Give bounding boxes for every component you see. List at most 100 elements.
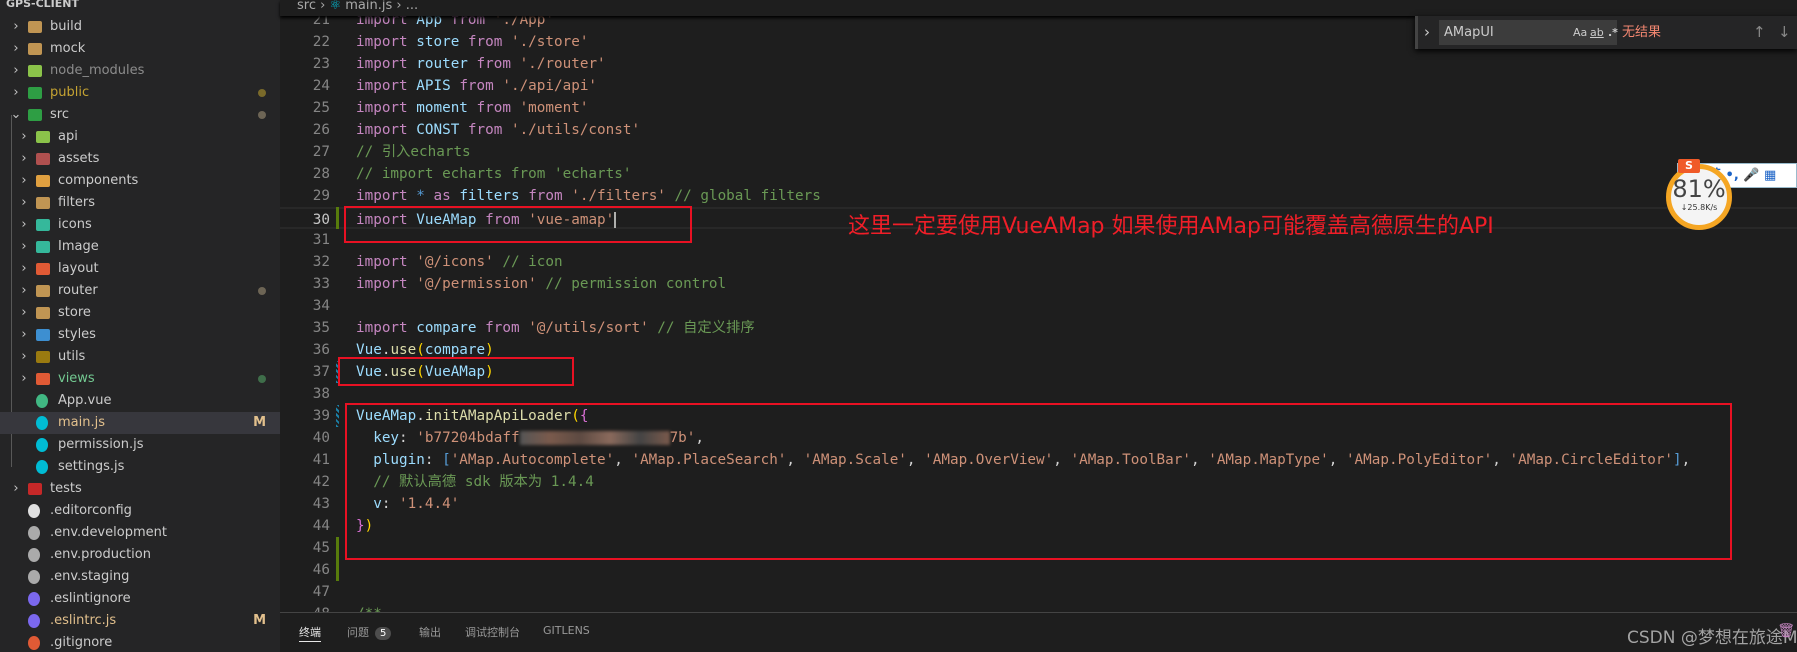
breadcrumb-symbols[interactable]: ... [406, 0, 418, 13]
chevron-right-icon[interactable]: › [10, 478, 22, 500]
tree-item-store[interactable]: › store [0, 302, 280, 324]
chevron-right-icon[interactable]: › [10, 60, 22, 82]
git-added-marker[interactable] [336, 537, 339, 581]
tree-item--eslintignore[interactable]: .eslintignore [0, 588, 280, 610]
tree-item--env-production[interactable]: .env.production [0, 544, 280, 566]
chevron-right-icon[interactable]: › [10, 38, 22, 60]
tree-item--env-development[interactable]: .env.development [0, 522, 280, 544]
tree-item-styles[interactable]: › styles [0, 324, 280, 346]
tree-item-permission-js[interactable]: permission.js [0, 434, 280, 456]
tree-item-components[interactable]: › components [0, 170, 280, 192]
code-line[interactable]: 27 // 引入echarts [280, 141, 1797, 163]
code-token: './api/api' [502, 78, 598, 94]
line-number: 26 [312, 122, 330, 138]
code-line[interactable]: 26 import CONST from './utils/const' [280, 119, 1797, 141]
chevron-right-icon[interactable]: › [18, 324, 30, 346]
tree-item-assets[interactable]: › assets [0, 148, 280, 170]
tree-item--env-staging[interactable]: .env.staging [0, 566, 280, 588]
line-number: 27 [312, 144, 330, 160]
tab-terminal[interactable]: 终端 [299, 624, 321, 642]
breadcrumb-src[interactable]: src [297, 0, 316, 13]
toggle-replace-chevron-icon[interactable]: › [1424, 20, 1430, 45]
breadcrumb-separator: › [396, 0, 402, 13]
chevron-right-icon[interactable]: › [18, 170, 30, 192]
code-line[interactable]: 34 [280, 295, 1797, 317]
code-line[interactable]: 23 import router from './router' [280, 53, 1797, 75]
chevron-right-icon[interactable]: › [18, 280, 30, 302]
tree-item-utils[interactable]: › utils [0, 346, 280, 368]
tree-item-public[interactable]: › public [0, 82, 280, 104]
code-text: // 引入echarts [356, 141, 471, 163]
tree-item-icons[interactable]: › icons [0, 214, 280, 236]
tree-item-src[interactable]: ⌄ src [0, 104, 280, 126]
chevron-right-icon[interactable]: › [18, 192, 30, 214]
tab-gitlens[interactable]: GITLENS [543, 624, 590, 642]
find-result-status: 无结果 [1622, 25, 1662, 40]
line-number: 32 [312, 254, 330, 270]
tree-item-api[interactable]: › api [0, 126, 280, 148]
tree-item-views[interactable]: › views [0, 368, 280, 390]
code-token: // icon [493, 254, 563, 270]
code-line[interactable]: 38 [280, 383, 1797, 405]
chevron-right-icon[interactable]: › [18, 346, 30, 368]
tree-item-label: assets [58, 151, 100, 166]
git-modified-marker[interactable] [336, 207, 339, 229]
tree-item-app-vue[interactable]: App.vue [0, 390, 280, 412]
regex-button[interactable]: .* [1608, 20, 1618, 45]
network-speed-widget[interactable]: 81% ↓25.8K/s [1666, 164, 1732, 230]
code-token: import [356, 320, 417, 336]
tree-item-router[interactable]: › router [0, 280, 280, 302]
trash-icon[interactable]: 🗑 [1777, 623, 1795, 639]
code-line[interactable]: 29 import * as filters from './filters' /… [280, 185, 1797, 207]
code-token: from [467, 122, 511, 138]
code-line[interactable]: 48 /** [280, 603, 1797, 612]
tree-item-layout[interactable]: › layout [0, 258, 280, 280]
code-line[interactable]: 25 import moment from 'moment' [280, 97, 1797, 119]
match-case-button[interactable]: Aa [1573, 20, 1587, 45]
code-line[interactable]: 24 import APIS from './api/api' [280, 75, 1797, 97]
previous-match-arrow-up-icon[interactable]: ↑ [1753, 20, 1766, 45]
chevron-right-icon[interactable]: › [18, 214, 30, 236]
code-line[interactable]: 28 // import echarts from 'echarts' [280, 163, 1797, 185]
chevron-right-icon[interactable]: › [18, 126, 30, 148]
tree-item--eslintrc-js[interactable]: .eslintrc.js M [0, 610, 280, 632]
tab-problems[interactable]: 问题 5 [347, 624, 392, 642]
tree-item-settings-js[interactable]: settings.js [0, 456, 280, 478]
tree-item--editorconfig[interactable]: .editorconfig [0, 500, 280, 522]
tab-output[interactable]: 输出 [419, 624, 441, 642]
code-text: import store from './store' [356, 31, 588, 53]
code-line[interactable]: 32 import '@/icons' // icon [280, 251, 1797, 273]
chevron-right-icon[interactable]: › [10, 16, 22, 38]
tree-item-mock[interactable]: › mock [0, 38, 280, 60]
chevron-right-icon[interactable]: › [18, 148, 30, 170]
chevron-right-icon[interactable]: › [18, 302, 30, 324]
tree-item-tests[interactable]: › tests [0, 478, 280, 500]
tree-item-image[interactable]: › Image [0, 236, 280, 258]
code-token: ) [485, 342, 494, 358]
git-modified-flag: M [253, 415, 266, 430]
code-line[interactable]: 47 [280, 581, 1797, 603]
tree-item-build[interactable]: › build [0, 16, 280, 38]
tab-debug-console[interactable]: 调试控制台 [465, 624, 520, 642]
chevron-right-icon[interactable]: › [18, 368, 30, 390]
git-modified-flag: M [253, 613, 266, 628]
code-line[interactable]: 35 import compare from '@/utils/sort' // … [280, 317, 1797, 339]
code-line[interactable]: 46 [280, 559, 1797, 581]
chevron-down-icon[interactable]: ⌄ [10, 104, 22, 126]
code-token: from [476, 100, 520, 116]
tree-item-main-js[interactable]: main.js M [0, 412, 280, 434]
tree-item-node-modules[interactable]: › node_modules [0, 60, 280, 82]
chevron-right-icon[interactable]: › [18, 258, 30, 280]
next-match-arrow-down-icon[interactable]: ↓ [1778, 20, 1791, 45]
line-number: 33 [312, 276, 330, 292]
git-change-marker[interactable] [336, 405, 339, 427]
whole-word-button[interactable]: ab [1590, 20, 1604, 45]
tree-item--gitignore[interactable]: .gitignore [0, 632, 280, 652]
chevron-right-icon[interactable]: › [10, 82, 22, 104]
breadcrumb-file[interactable]: main.js [345, 0, 392, 13]
file-icon [28, 526, 40, 540]
line-number: 42 [312, 474, 330, 490]
tree-item-filters[interactable]: › filters [0, 192, 280, 214]
code-line[interactable]: 33 import '@/permission' // permission co… [280, 273, 1797, 295]
chevron-right-icon[interactable]: › [18, 236, 30, 258]
